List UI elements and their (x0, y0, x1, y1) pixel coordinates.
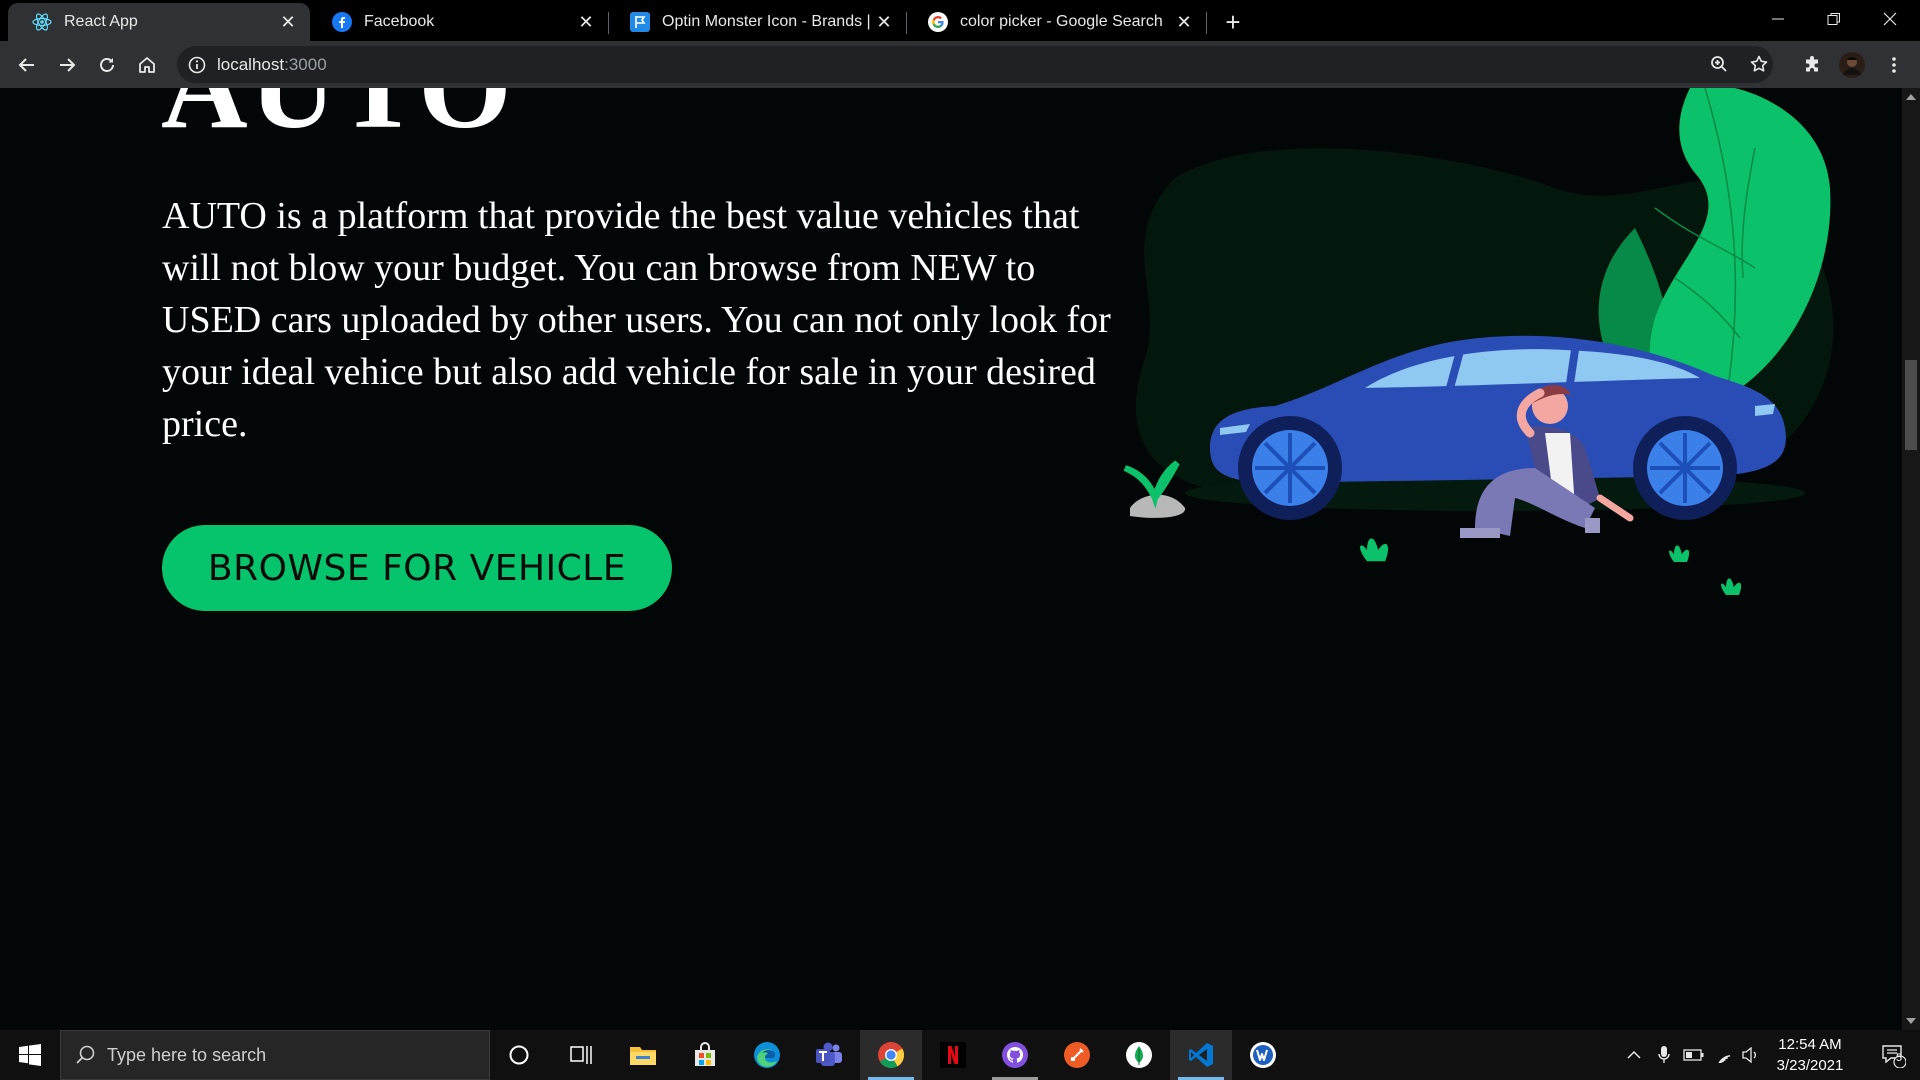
restore-icon (1827, 13, 1840, 25)
home-icon (139, 57, 155, 73)
reload-button[interactable] (93, 51, 121, 79)
back-button[interactable] (13, 51, 41, 79)
profile-avatar[interactable] (1838, 51, 1866, 79)
tab-separator (1206, 12, 1207, 34)
avatar-icon (1839, 52, 1865, 78)
wordpress-icon[interactable] (1232, 1030, 1294, 1080)
tab-optin-monster[interactable]: Optin Monster Icon - Brands | Fo ✕ (606, 3, 906, 41)
action-center-button[interactable]: 5 (1866, 1030, 1920, 1080)
forward-arrow-icon (60, 58, 76, 72)
grass-tuft (1669, 545, 1690, 562)
browse-for-vehicle-button[interactable]: BROWSE FOR VEHICLE (162, 525, 672, 611)
microphone-icon[interactable] (1650, 1030, 1678, 1080)
chrome-icon[interactable] (860, 1030, 922, 1080)
search-icon (76, 1045, 95, 1064)
sprout (1123, 460, 1180, 509)
car-illustration (1123, 88, 1834, 595)
edge-icon[interactable] (736, 1030, 798, 1080)
page-title: AUTO (161, 88, 514, 156)
minimize-button[interactable] (1750, 0, 1806, 38)
tab-title: React App (64, 13, 138, 30)
restore-button[interactable] (1806, 0, 1862, 38)
battery-icon[interactable] (1680, 1030, 1708, 1080)
windows-logo-icon (19, 1044, 41, 1066)
back-arrow-icon (18, 58, 34, 72)
file-explorer-icon[interactable] (612, 1030, 674, 1080)
hero-description: AUTO is a platform that provide the best… (162, 195, 1111, 445)
close-tab-icon[interactable]: ✕ (574, 10, 598, 34)
clock-date: 3/23/2021 (1776, 1057, 1844, 1074)
tab-title: Optin Monster Icon - Brands | Fo (662, 13, 872, 30)
task-view-icon[interactable] (550, 1030, 612, 1080)
microsoft-store-icon[interactable] (674, 1030, 736, 1080)
taskbar-search-box[interactable]: Type here to search (60, 1030, 490, 1080)
close-window-button[interactable] (1862, 0, 1918, 38)
fontawesome-flag-icon (630, 12, 650, 32)
site-info-icon[interactable] (187, 55, 207, 75)
netflix-icon[interactable] (922, 1030, 984, 1080)
google-icon (928, 12, 948, 32)
teams-icon[interactable] (798, 1030, 860, 1080)
tab-facebook[interactable]: Facebook ✕ (308, 3, 608, 41)
notification-count: 5 (1896, 1052, 1903, 1064)
react-icon (32, 12, 52, 32)
bookmark-star-icon[interactable] (1745, 50, 1773, 78)
address-bar[interactable]: localhost:3000 (177, 46, 1773, 83)
extensions-puzzle-icon[interactable] (1798, 51, 1826, 79)
tab-google-search[interactable]: color picker - Google Search ✕ (904, 3, 1206, 41)
github-icon[interactable] (984, 1030, 1046, 1080)
tab-react-app[interactable]: React App ✕ (8, 3, 310, 41)
new-tab-button[interactable]: + (1219, 7, 1247, 37)
scrollbar-thumb[interactable] (1905, 360, 1917, 450)
facebook-icon (332, 12, 352, 32)
browser-tab-strip: React App ✕ Facebook ✕ Optin Monster Ico… (0, 0, 1920, 41)
grass-tuft (1360, 538, 1389, 562)
vscode-icon[interactable] (1170, 1030, 1232, 1080)
minimize-icon (1772, 18, 1784, 20)
url-port: :3000 (284, 55, 327, 74)
postman-icon[interactable] (1046, 1030, 1108, 1080)
url-host: localhost (217, 55, 285, 74)
system-clock[interactable]: 12:54 AM 3/23/2021 (1755, 1034, 1865, 1076)
page-viewport: AUTO AUTO is a platform that provide the… (0, 88, 1902, 1030)
url-text: localhost:3000 (217, 55, 327, 75)
cortana-icon[interactable] (488, 1030, 550, 1080)
wifi-icon[interactable] (1710, 1030, 1738, 1080)
close-tab-icon[interactable]: ✕ (276, 10, 300, 34)
windows-taskbar: Type here to search 12:54 AM 3/23/2021 5 (0, 1030, 1920, 1080)
zoom-icon[interactable] (1705, 50, 1733, 78)
browser-menu-icon[interactable] (1880, 51, 1908, 79)
grass-tuft (1721, 578, 1742, 595)
page-scrollbar[interactable] (1902, 88, 1920, 1030)
clock-time: 12:54 AM (1778, 1036, 1842, 1053)
home-button[interactable] (133, 51, 161, 79)
show-hidden-icons-chevron-icon[interactable] (1620, 1030, 1648, 1080)
close-tab-icon[interactable]: ✕ (1172, 10, 1196, 34)
browser-toolbar: localhost:3000 (0, 41, 1920, 88)
close-tab-icon[interactable]: ✕ (872, 10, 896, 34)
scroll-up-icon[interactable] (1906, 94, 1916, 100)
reload-icon (100, 58, 114, 72)
search-placeholder: Type here to search (107, 1044, 267, 1065)
close-window-icon (1883, 12, 1897, 26)
forward-button[interactable] (53, 51, 81, 79)
tab-title: Facebook (364, 13, 435, 30)
tab-title: color picker - Google Search (960, 13, 1163, 30)
mongodb-compass-icon[interactable] (1108, 1030, 1170, 1080)
scroll-down-icon[interactable] (1906, 1018, 1916, 1024)
start-button[interactable] (0, 1030, 60, 1080)
